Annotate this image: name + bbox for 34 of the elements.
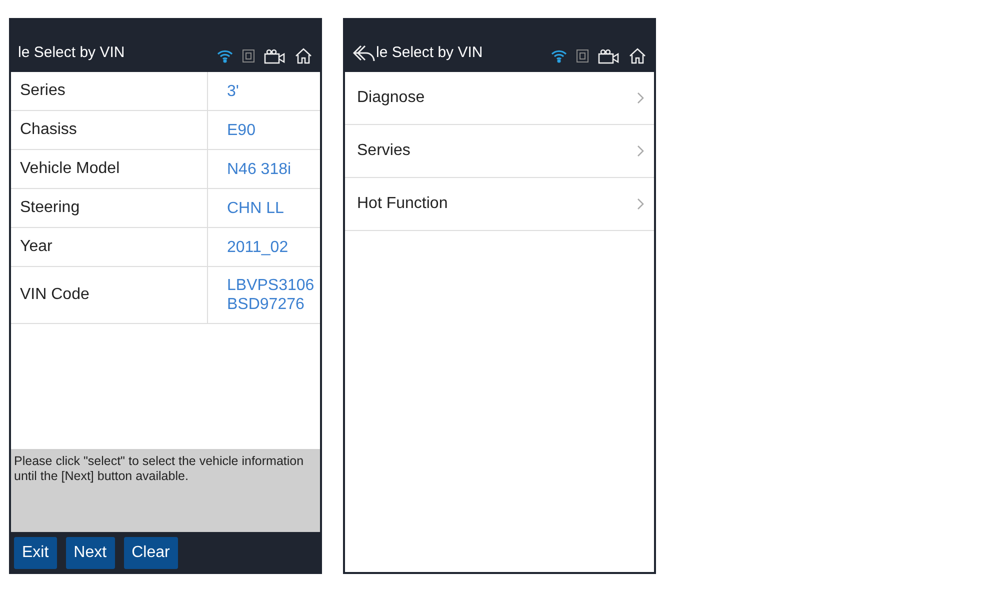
field-label: Chasiss [11,111,208,149]
camera-icon[interactable] [264,48,286,64]
field-value[interactable]: 2011_02 [208,228,320,266]
menu-label: Servies [357,141,412,161]
field-label: Year [11,228,208,266]
wifi-icon[interactable] [217,49,233,63]
wifi-icon[interactable] [551,49,567,63]
screen-title: le Select by VIN [18,42,125,62]
action-button[interactable]: Next [66,537,115,569]
field-value[interactable]: 3' [208,72,320,110]
action-button[interactable]: Exit [14,537,57,569]
chevron-icon [637,92,644,104]
action-button[interactable]: Clear [124,537,178,569]
chevron-icon [637,198,644,210]
field-value[interactable]: CHN LL [208,189,320,227]
field-value[interactable]: LBVPS3106 BSD97276 [208,267,320,323]
hint-text: Please click "select" to select the vehicle information until the [Next] button available. [14,454,305,484]
home-icon[interactable] [295,48,312,64]
field-value[interactable]: N46 318i [208,150,320,188]
camera-icon[interactable] [598,48,620,64]
field-value[interactable]: E90 [208,111,320,149]
screen-title: le Select by VIN [376,42,483,62]
menu-label: Diagnose [357,88,426,108]
back-icon[interactable] [352,44,376,62]
home-icon[interactable] [629,48,646,64]
menu-item[interactable]: Hot Function [345,178,654,231]
field-label: Steering [11,189,208,227]
chevron-icon [637,145,644,157]
field-label: Vehicle Model [11,150,208,188]
field-label: Series [11,72,208,110]
menu-item[interactable]: Servies [345,125,654,178]
field-label: VIN Code [11,267,208,323]
menu-item[interactable]: Diagnose [345,72,654,125]
menu-label: Hot Function [357,194,449,214]
